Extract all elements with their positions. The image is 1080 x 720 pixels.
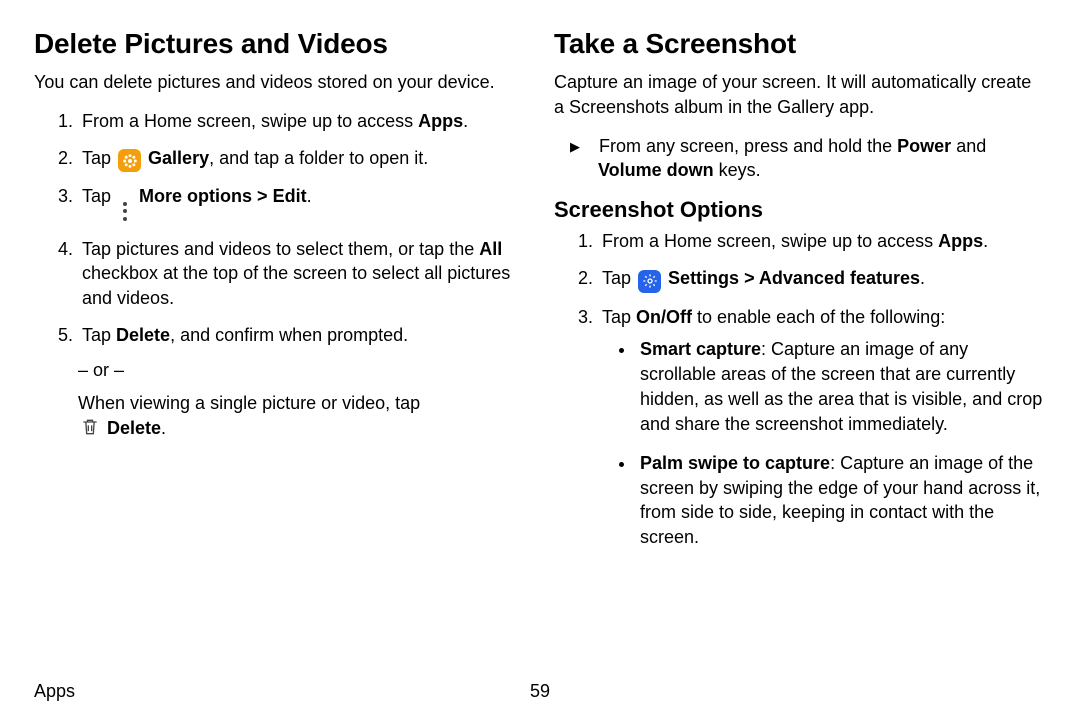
left-column: Delete Pictures and Videos You can delet… (34, 28, 526, 564)
right-column: Take a Screenshot Capture an image of yo… (554, 28, 1046, 564)
delete-icon (80, 416, 100, 438)
settings-icon (638, 270, 661, 293)
bullet-palm-swipe: Palm swipe to capture: Capture an image … (636, 451, 1046, 550)
page-number: 59 (530, 681, 550, 702)
bullet-smart-capture: Smart capture: Capture an image of any s… (636, 337, 1046, 436)
options-bullets: Smart capture: Capture an image of any s… (602, 337, 1046, 550)
r-step-2: Tap Settings > Advanced features. (598, 266, 1046, 293)
step-2: Tap Gallery, and tap a folder to open it… (78, 146, 526, 173)
step-3: Tap More options > Edit. (78, 184, 526, 224)
intro-left: You can delete pictures and videos store… (34, 70, 526, 95)
intro-right: Capture an image of your screen. It will… (554, 70, 1046, 120)
lead-item: From any screen, press and hold the Powe… (598, 134, 1046, 184)
heading-screenshot: Take a Screenshot (554, 28, 1046, 60)
r-step-1: From a Home screen, swipe up to access A… (598, 229, 1046, 254)
step-5: Tap Delete, and confirm when prompted. (78, 323, 526, 348)
r-step-3: Tap On/Off to enable each of the followi… (598, 305, 1046, 550)
footer-section: Apps (34, 681, 75, 701)
page-footer: Apps 59 (34, 681, 1046, 702)
subheading-options: Screenshot Options (554, 197, 1046, 223)
more-options-icon (118, 199, 132, 225)
gallery-icon (118, 149, 141, 172)
heading-delete: Delete Pictures and Videos (34, 28, 526, 60)
lead-bullet: From any screen, press and hold the Powe… (554, 134, 1046, 184)
when-viewing: When viewing a single picture or video, … (78, 391, 526, 441)
or-separator: – or – (78, 360, 526, 381)
steps-left: From a Home screen, swipe up to access A… (34, 109, 526, 348)
step-4: Tap pictures and videos to select them, … (78, 237, 526, 311)
step-1: From a Home screen, swipe up to access A… (78, 109, 526, 134)
steps-right: From a Home screen, swipe up to access A… (554, 229, 1046, 550)
